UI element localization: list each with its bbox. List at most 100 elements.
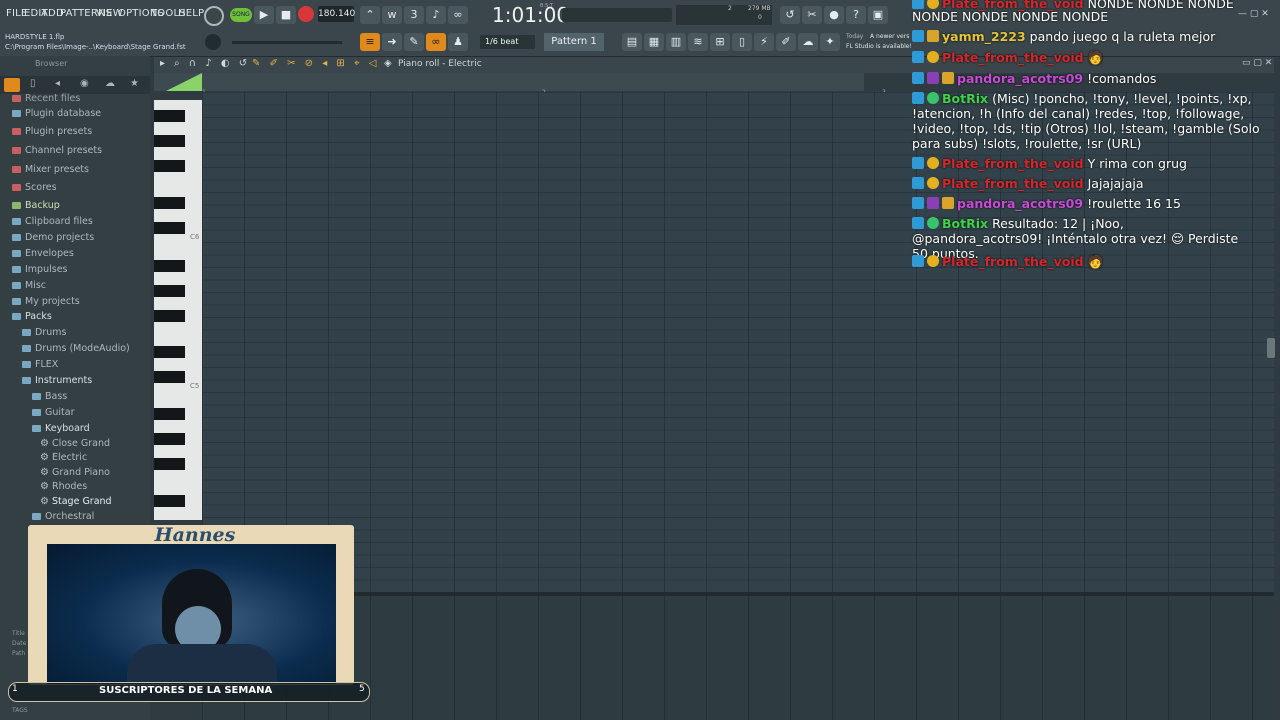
browser-item[interactable]: Instruments [22,375,92,386]
song-mode-toggle[interactable]: SONG [230,8,252,22]
undo-icon[interactable]: ↺ [780,6,800,24]
pattern-selector[interactable]: Pattern 1 [544,33,604,51]
tools-icon[interactable]: ✦ [820,33,840,51]
master-volume-knob[interactable] [204,6,224,26]
play-button[interactable]: ▶ [254,6,274,24]
countdown-icon[interactable]: 3 [404,6,424,24]
browser-item[interactable]: Channel presets [12,145,102,156]
browser-audio-tab-icon[interactable]: ◉ [80,78,89,89]
browser-item[interactable]: Impulses [12,264,68,275]
browser-item[interactable]: My projects [12,296,80,307]
browser-file-tab-icon[interactable]: ▯ [30,78,36,89]
chat-message: Plate_from_the_void 🧑 [912,254,1103,269]
browser-item[interactable]: ⚙ Grand Piano [40,467,110,478]
project-name: HARDSTYLE 1.flp [5,33,65,41]
black-key[interactable] [154,135,185,147]
piano-keyboard[interactable]: C6 C5 [154,100,202,520]
metronome-icon[interactable]: ⌃ [360,6,380,24]
pr-menu-icon[interactable]: ▸ [160,58,165,69]
browser-item[interactable]: Drums [22,327,66,338]
playlist-window-icon[interactable]: ▤ [622,33,642,51]
black-key[interactable] [154,160,185,172]
black-key[interactable] [154,310,185,322]
pr-window-controls[interactable]: ▭ ▢ ✕ [1242,58,1272,68]
playlist-icon[interactable]: ≡ [360,33,380,51]
browser-item[interactable]: Orchestral [32,511,94,522]
file-icon[interactable]: ▯ [732,33,752,51]
snap-selector[interactable]: 1/6 beat [480,35,535,49]
brush-icon[interactable]: ✐ [776,33,796,51]
black-key[interactable] [154,260,185,272]
chat-message: Plate_from_the_void Jajajajaja [912,176,1144,191]
preset-gear-icon: ⚙ [40,452,49,463]
help-icon[interactable]: ? [846,6,866,24]
link-icon[interactable]: ∞ [426,33,446,51]
speaker-icon[interactable]: ◈ [384,58,392,69]
save-icon[interactable]: ▣ [868,6,888,24]
browser-item[interactable]: FLEX [22,359,58,370]
pr-edit-tools-icons[interactable]: ✎ ✐ ✂ ⊘ ◂ ⊞ ⌖ ◁ [252,58,380,69]
black-key[interactable] [154,285,185,297]
black-key[interactable] [154,433,185,445]
browser-item[interactable]: Clipboard files [12,216,93,227]
browser-item[interactable]: ⚙ Stage Grand [40,496,112,507]
browser-item[interactable]: Scores [12,182,57,193]
plugin-icon[interactable]: ⚡ [754,33,774,51]
black-key[interactable] [154,371,185,383]
browser-all-tab[interactable] [4,78,20,92]
browser-item[interactable]: Demo projects [12,232,94,243]
master-pitch-slider[interactable] [232,41,342,44]
black-key[interactable] [154,110,185,122]
browser-item[interactable]: Plugin database [12,108,101,119]
browser-item[interactable]: Recent files [12,93,80,104]
timeline-ruler[interactable]: 1 2 3 [154,73,886,96]
browser-item[interactable]: Drums (ModeAudio) [22,343,130,354]
browser-item[interactable]: Plugin presets [12,126,92,137]
sub-badge-icon [927,255,939,267]
browser-item[interactable]: ⚙ Rhodes [40,481,87,492]
record-button[interactable] [298,6,314,22]
tempo-display[interactable]: 180.140 [318,6,355,22]
pencil-icon[interactable]: ✎ [404,33,424,51]
channel-rack-icon[interactable]: ▥ [666,33,686,51]
pitch-knob[interactable] [205,34,221,50]
browser-icon[interactable]: ⊞ [710,33,730,51]
browser-item[interactable]: Misc [12,280,46,291]
arrow-icon[interactable]: ➜ [382,33,402,51]
browser-favorites-icon[interactable]: ★ [130,78,139,89]
browser-item[interactable]: Keyboard [32,423,90,434]
stop-button[interactable]: ■ [276,6,296,24]
browser-item[interactable]: ⚙ Electric [40,452,87,463]
browser-item[interactable]: Packs [12,311,52,322]
black-key[interactable] [154,495,185,507]
cloud-icon[interactable]: ☁ [798,33,818,51]
browser-item[interactable]: Mixer presets [12,164,89,175]
black-key[interactable] [154,346,185,358]
browser-item[interactable]: Envelopes [12,248,74,259]
loop-record-icon[interactable]: ∞ [448,6,468,24]
window-controls[interactable]: — ▢ ✕ [1238,9,1269,19]
menu-help[interactable]: HELP [178,8,204,19]
browser-item[interactable]: Guitar [32,407,74,418]
black-key[interactable] [154,408,185,420]
cut-icon[interactable]: ✂ [802,6,822,24]
folder-icon [12,282,21,289]
step-edit-icon[interactable]: ♪ [426,6,446,24]
black-key[interactable] [154,458,185,470]
vertical-scrollbar[interactable] [1267,338,1275,358]
wait-input-icon[interactable]: w [382,6,402,24]
browser-cloud-tab-icon[interactable]: ☁ [105,78,115,89]
browser-item[interactable]: ⚙ Close Grand [40,438,110,449]
broadcaster-badge-icon [912,51,924,63]
browser-plugin-tab-icon[interactable]: ◂ [55,78,60,89]
pr-tool-icons[interactable]: ⌕ ∩ ♪ ◐ ↺ [174,58,250,69]
mixer-icon[interactable]: ≋ [688,33,708,51]
folder-icon [12,298,21,305]
browser-item[interactable]: Backup [12,200,60,211]
mic-icon[interactable]: ● [824,6,844,24]
stamp-icon[interactable]: ♟ [448,33,468,51]
piano-roll-window-icon[interactable]: ▦ [644,33,664,51]
black-key[interactable] [154,197,185,209]
black-key[interactable] [154,222,185,234]
browser-item[interactable]: Bass [32,391,67,402]
